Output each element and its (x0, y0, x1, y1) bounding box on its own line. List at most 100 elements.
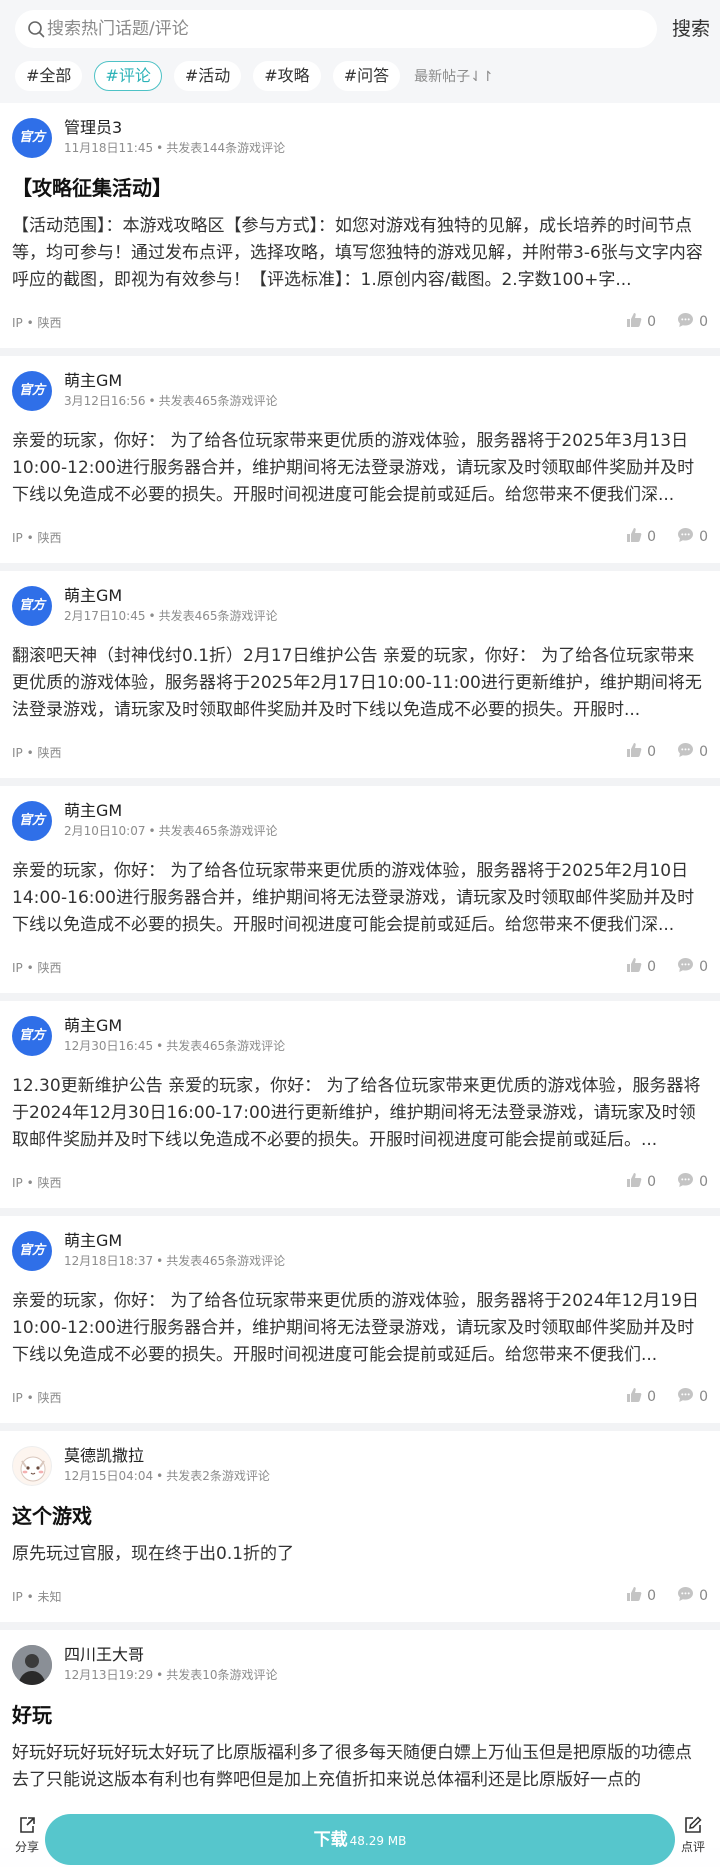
post-time: 12月30日16:45 (64, 1039, 154, 1053)
comment-icon (677, 1387, 694, 1407)
write-review-button[interactable]: 点评 (672, 1816, 714, 1864)
like-button[interactable]: 0 (626, 1586, 656, 1606)
comment-button[interactable]: 0 (677, 312, 708, 332)
ip-location: IP • 未知 (12, 1590, 62, 1604)
post-header: 官方 管理员3 11月18日11:45 • 共发表144条游戏评论 (12, 113, 708, 165)
comment-button[interactable]: 0 (677, 957, 708, 977)
comment-icon (677, 742, 694, 762)
username[interactable]: 萌主GM (64, 797, 122, 821)
post-card[interactable]: 莫德凯撒拉 12月15日04:04 • 共发表2条游戏评论 这个游戏 原先玩过官服，… (0, 1431, 720, 1622)
filter-chip-activity[interactable]: #活动 (173, 60, 242, 91)
username[interactable]: 管理员3 (64, 114, 122, 138)
comment-button[interactable]: 0 (677, 1172, 708, 1192)
edit-icon (684, 1816, 702, 1838)
search-input[interactable] (47, 10, 637, 48)
comment-count: 0 (699, 744, 708, 760)
like-button[interactable]: 0 (626, 527, 656, 547)
sort-latest-button[interactable]: 最新帖子⇃↾ (414, 66, 493, 86)
username[interactable]: 莫德凯撒拉 (64, 1442, 144, 1466)
post-footer: IP • 陕西 0 0 (12, 732, 708, 778)
comment-count: 0 (699, 314, 708, 330)
post-time: 2月10日10:07 (64, 824, 146, 838)
official-avatar[interactable]: 官方 (12, 1231, 52, 1271)
post-header: 官方 萌主GM 2月10日10:07 • 共发表465条游戏评论 (12, 796, 708, 848)
like-count: 0 (647, 744, 656, 760)
comment-button[interactable]: 0 (677, 527, 708, 547)
official-avatar[interactable]: 官方 (12, 586, 52, 626)
search-box[interactable] (15, 10, 657, 48)
post-count: 共发表2条游戏评论 (166, 1469, 270, 1483)
post-header: 四川王大哥 12月13日19:29 • 共发表10条游戏评论 (12, 1640, 708, 1692)
post-count: 共发表465条游戏评论 (158, 609, 278, 623)
post-card[interactable]: 官方 萌主GM 3月12日16:56 • 共发表465条游戏评论 亲爱的玩家，你好：… (0, 356, 720, 563)
official-avatar[interactable]: 官方 (12, 371, 52, 411)
share-icon (18, 1817, 36, 1838)
like-count: 0 (647, 1588, 656, 1604)
share-button[interactable]: 分享 (8, 1816, 46, 1864)
ip-location: IP • 陕西 (12, 316, 62, 330)
filter-chip-guide[interactable]: #攻略 (253, 60, 321, 91)
post-meta: 2月10日10:07 • 共发表465条游戏评论 (64, 824, 278, 838)
ip-location: IP • 陕西 (12, 961, 62, 975)
post-meta: 12月15日04:04 • 共发表2条游戏评论 (64, 1469, 270, 1483)
like-count: 0 (647, 1389, 656, 1405)
like-button[interactable]: 0 (626, 957, 656, 977)
comment-button[interactable]: 0 (677, 742, 708, 762)
post-count: 共发表465条游戏评论 (158, 394, 278, 408)
filter-chip-review[interactable]: #评论 (94, 60, 162, 91)
comment-button[interactable]: 0 (677, 1586, 708, 1606)
like-button[interactable]: 0 (626, 1172, 656, 1192)
like-button[interactable]: 0 (626, 1387, 656, 1407)
post-content: 【活动范围】：本游戏攻略区【参与方式】：如您对游戏有独特的见解，成长培养的时间节… (12, 216, 703, 290)
post-time: 12月15日04:04 (64, 1469, 154, 1483)
username[interactable]: 萌主GM (64, 1227, 122, 1251)
like-count: 0 (647, 314, 656, 330)
download-label: 下载 (313, 1830, 348, 1850)
filter-chip-qa[interactable]: #问答 (332, 60, 401, 91)
comment-count: 0 (699, 1588, 708, 1604)
user-photo-avatar[interactable] (12, 1645, 52, 1685)
comment-count: 0 (699, 959, 708, 975)
post-meta: 11月18日11:45 • 共发表144条游戏评论 (64, 141, 286, 155)
username[interactable]: 萌主GM (64, 582, 122, 606)
like-button[interactable]: 0 (626, 742, 656, 762)
cat-avatar[interactable] (12, 1446, 52, 1486)
post-card[interactable]: 官方 管理员3 11月18日11:45 • 共发表144条游戏评论 【攻略征集活动】… (0, 103, 720, 348)
username[interactable]: 萌主GM (64, 1012, 122, 1036)
post-time: 11月18日11:45 (64, 141, 154, 155)
post-meta: 12月30日16:45 • 共发表465条游戏评论 (64, 1039, 286, 1053)
thumbs-up-icon (626, 1172, 642, 1192)
post-card[interactable]: 官方 萌主GM 2月10日10:07 • 共发表465条游戏评论 亲爱的玩家，你好：… (0, 786, 720, 993)
comment-button[interactable]: 0 (677, 1387, 708, 1407)
like-count: 0 (647, 1174, 656, 1190)
like-button[interactable]: 0 (626, 312, 656, 332)
official-avatar[interactable]: 官方 (12, 1016, 52, 1056)
download-size: 48.29 MB (349, 1834, 407, 1848)
search-button[interactable]: 搜索 (662, 10, 720, 48)
post-title: 【攻略征集活动】 (12, 176, 172, 200)
post-footer: IP • 陕西 0 0 (12, 302, 708, 348)
post-time: 2月17日10:45 (64, 609, 146, 623)
ip-location: IP • 陕西 (12, 746, 62, 760)
official-avatar[interactable]: 官方 (12, 801, 52, 841)
post-time: 12月18日18:37 (64, 1254, 154, 1268)
username[interactable]: 萌主GM (64, 367, 122, 391)
username[interactable]: 四川王大哥 (64, 1641, 144, 1665)
download-button[interactable]: 下载 48.29 MB (45, 1814, 675, 1865)
post-footer: IP • 未知 0 0 (12, 1576, 708, 1622)
post-card[interactable]: 官方 萌主GM 2月17日10:45 • 共发表465条游戏评论 翻滚吧天神（封神伐… (0, 571, 720, 778)
post-footer: IP • 陕西 0 0 (12, 517, 708, 563)
official-avatar[interactable]: 官方 (12, 118, 52, 158)
post-count: 共发表10条游戏评论 (166, 1668, 278, 1682)
filter-chip-all[interactable]: #全部 (15, 60, 83, 91)
post-header: 莫德凯撒拉 12月15日04:04 • 共发表2条游戏评论 (12, 1441, 708, 1493)
post-card[interactable]: 官方 萌主GM 12月18日18:37 • 共发表465条游戏评论 亲爱的玩家，你好… (0, 1216, 720, 1423)
comment-icon (677, 312, 694, 332)
post-meta: 12月13日19:29 • 共发表10条游戏评论 (64, 1668, 278, 1682)
post-header: 官方 萌主GM 3月12日16:56 • 共发表465条游戏评论 (12, 366, 708, 418)
post-card[interactable]: 官方 萌主GM 12月30日16:45 • 共发表465条游戏评论 12.30更新维… (0, 1001, 720, 1208)
post-count: 共发表465条游戏评论 (166, 1254, 286, 1268)
post-content: 12.30更新维护公告 亲爱的玩家，你好： 为了给各位玩家带来更优质的游戏体验，… (12, 1076, 701, 1150)
ip-location: IP • 陕西 (12, 531, 62, 545)
post-count: 共发表465条游戏评论 (166, 1039, 286, 1053)
